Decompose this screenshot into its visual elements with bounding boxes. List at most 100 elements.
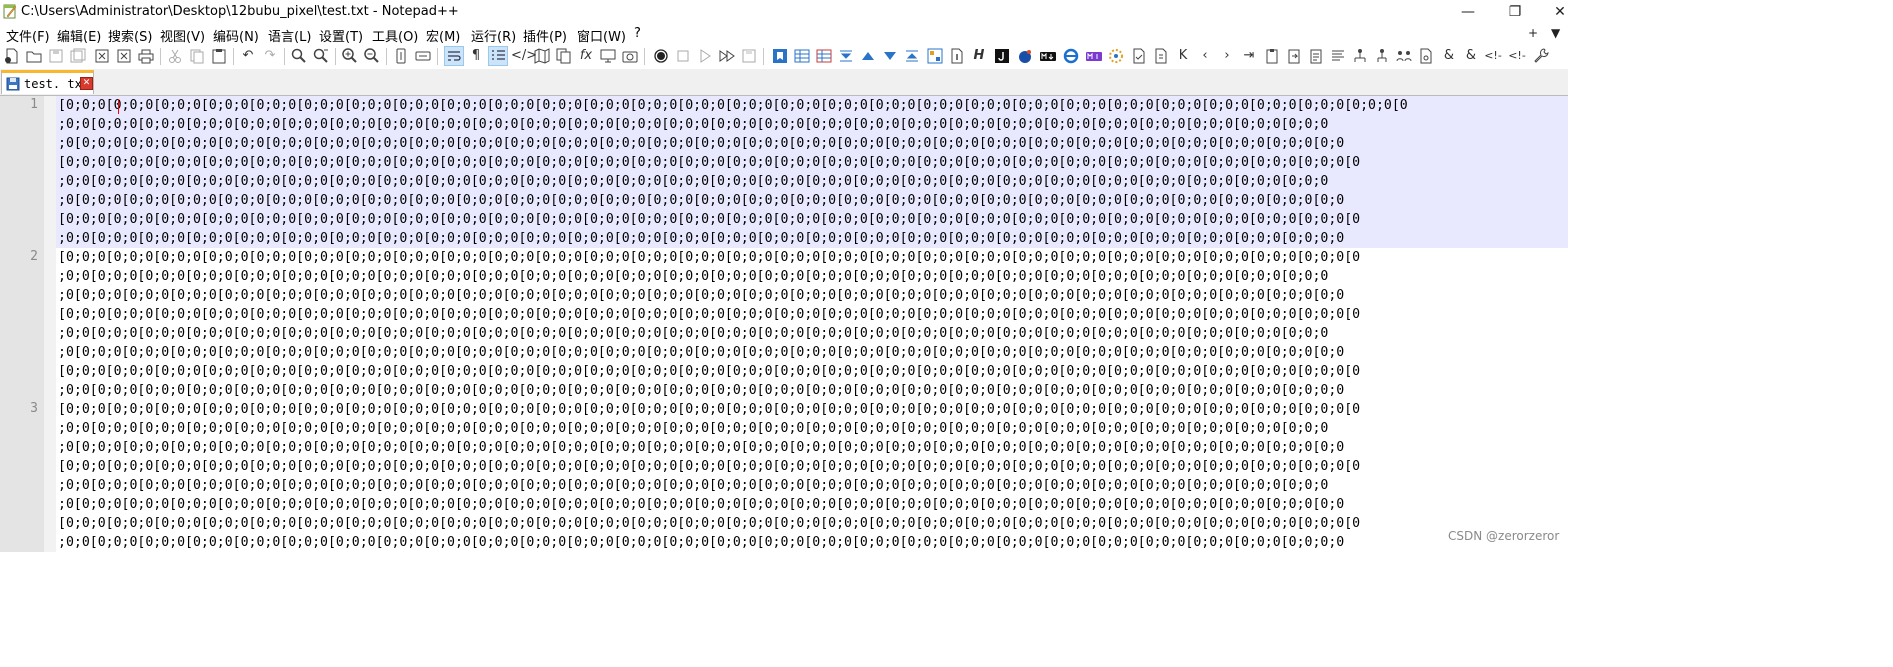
plugin-button-22[interactable]: ⇥	[1240, 47, 1258, 65]
plugin-button-16[interactable]	[1107, 47, 1125, 65]
monitoring-button[interactable]	[621, 47, 639, 65]
plugin-button-23[interactable]	[1263, 47, 1281, 65]
plugin-button-2[interactable]	[793, 47, 811, 65]
function-list-button[interactable]: fx	[577, 47, 595, 65]
plugin-button-20[interactable]: ‹	[1196, 47, 1214, 65]
close-file-button[interactable]	[93, 47, 111, 65]
menu-view[interactable]: 视图(V)	[160, 26, 205, 45]
toolbar-separator	[644, 48, 645, 65]
doc-map-button[interactable]	[533, 47, 551, 65]
copy-button[interactable]	[188, 47, 206, 65]
sync-vertical-icon	[396, 48, 406, 64]
text-caret	[118, 99, 119, 114]
plugin-button-15[interactable]	[1085, 47, 1103, 65]
show-all-chars-button[interactable]: ¶	[467, 47, 485, 65]
plugin-button-26[interactable]	[1329, 47, 1347, 65]
collapse-icon	[840, 50, 852, 62]
text-lines-icon	[1332, 50, 1344, 61]
plugin-button-19[interactable]: K	[1174, 47, 1192, 65]
indent-guide-button[interactable]	[488, 46, 508, 66]
paste-button[interactable]	[210, 47, 228, 65]
plugin-button-7[interactable]	[903, 47, 921, 65]
plugin-button-18[interactable]	[1152, 47, 1170, 65]
menu-plugins[interactable]: 插件(P)	[523, 26, 567, 45]
sync-horizontal-button[interactable]	[414, 47, 432, 65]
plugin-button-13[interactable]	[1039, 47, 1057, 65]
folder-workspace-button[interactable]	[599, 47, 617, 65]
stop-macro-button[interactable]	[674, 47, 692, 65]
sync-vertical-button[interactable]	[392, 47, 410, 65]
menu-search[interactable]: 搜索(S)	[108, 26, 152, 45]
plugin-button-25[interactable]	[1307, 47, 1325, 65]
record-macro-button[interactable]	[652, 47, 670, 65]
chevron-right-icon: ›	[1224, 48, 1230, 63]
plugin-button-14[interactable]	[1062, 47, 1080, 65]
plugin-button-29[interactable]	[1395, 47, 1413, 65]
save-button[interactable]	[47, 47, 65, 65]
word-wrap-button[interactable]	[444, 46, 464, 66]
document-gear-icon	[1420, 48, 1432, 64]
menu-file[interactable]: 文件(F)	[6, 26, 50, 45]
restore-button[interactable]: ❐	[1495, 2, 1535, 22]
menu-tools[interactable]: 工具(O)	[372, 26, 418, 45]
menu-window[interactable]: 窗口(W)	[577, 26, 626, 45]
plugin-button-33[interactable]: <!-	[1484, 47, 1502, 65]
menu-encoding[interactable]: 编码(N)	[213, 26, 259, 45]
text-row: ;0;0[0;0;0[0;0;0[0;0;0[0;0;0[0;0;0[0;0;0…	[58, 535, 1345, 550]
plugin-button-32[interactable]: &	[1462, 47, 1480, 65]
plugin-button-8[interactable]	[926, 47, 944, 65]
print-button[interactable]	[137, 47, 155, 65]
plugin-button-10[interactable]: H	[970, 47, 988, 65]
plugin-button-5[interactable]	[859, 47, 877, 65]
close-all-button[interactable]	[115, 47, 133, 65]
plugin-button-1[interactable]	[771, 47, 789, 65]
header-h-icon: H	[973, 48, 985, 63]
plugin-button-11[interactable]	[993, 47, 1011, 65]
open-file-button[interactable]	[25, 47, 43, 65]
editor-area[interactable]: 1 2 3 [0;0;0[0;0;0[0;0;0[0;0;0[0;0;0[0;0…	[0, 96, 1568, 552]
function-icon: fx	[579, 48, 593, 63]
plugin-button-9[interactable]	[948, 47, 966, 65]
plugin-button-31[interactable]: &	[1440, 47, 1458, 65]
run-macro-multiple-button[interactable]	[718, 47, 736, 65]
plugin-button-4[interactable]	[837, 47, 855, 65]
plugin-button-30[interactable]	[1417, 47, 1435, 65]
tab-list-button[interactable]: ▼	[1551, 26, 1560, 40]
find-button[interactable]	[290, 47, 308, 65]
plugin-button-24[interactable]	[1285, 47, 1303, 65]
save-all-button[interactable]	[69, 47, 87, 65]
plugin-button-35[interactable]	[1532, 47, 1550, 65]
plugin-button-28[interactable]	[1373, 47, 1391, 65]
zoom-out-button[interactable]	[363, 47, 381, 65]
plugin-button-34[interactable]: <!-	[1508, 47, 1526, 65]
plugin-button-3[interactable]	[815, 47, 833, 65]
undo-button[interactable]: ↶	[239, 47, 257, 65]
cut-button[interactable]	[166, 47, 184, 65]
person-tree-icon	[1354, 49, 1366, 62]
close-window-button[interactable]: ✕	[1540, 2, 1580, 22]
menu-edit[interactable]: 编辑(E)	[57, 26, 101, 45]
add-tab-button[interactable]: +	[1528, 26, 1538, 40]
plugin-button-27[interactable]	[1351, 47, 1369, 65]
replace-button[interactable]	[312, 47, 330, 65]
play-macro-button[interactable]	[696, 47, 714, 65]
menu-macro[interactable]: 宏(M)	[426, 26, 460, 45]
plugin-button-17[interactable]	[1130, 47, 1148, 65]
doc-list-button[interactable]	[555, 47, 573, 65]
zoom-in-button[interactable]	[341, 47, 359, 65]
line-number-margin: 1 2 3	[0, 96, 44, 552]
menu-settings[interactable]: 设置(T)	[319, 26, 363, 45]
new-file-button[interactable]	[3, 47, 21, 65]
menu-help[interactable]: ?	[634, 26, 641, 41]
menu-run[interactable]: 运行(R)	[471, 26, 516, 45]
tab-test-txt[interactable]: test. txt ✕	[1, 70, 94, 94]
plugin-button-6[interactable]	[881, 47, 899, 65]
save-macro-button[interactable]	[740, 47, 758, 65]
menu-language[interactable]: 语言(L)	[268, 26, 311, 45]
tab-close-icon[interactable]: ✕	[80, 77, 93, 90]
plugin-button-21[interactable]: ›	[1218, 47, 1236, 65]
udl-button[interactable]: </>	[511, 47, 537, 65]
redo-button[interactable]: ↷	[261, 47, 279, 65]
plugin-button-12[interactable]	[1016, 47, 1034, 65]
minimize-button[interactable]: —	[1448, 2, 1488, 22]
